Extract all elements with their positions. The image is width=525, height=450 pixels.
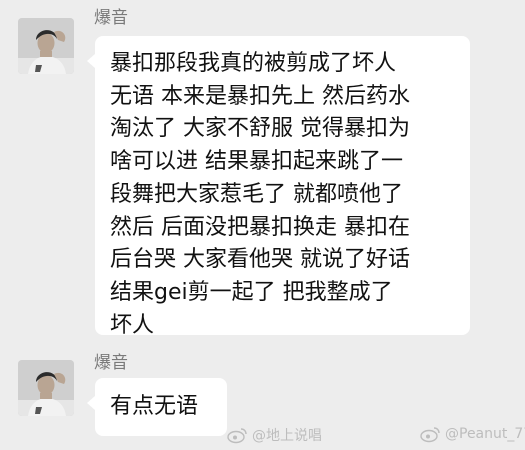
message-text: 暴扣那段我真的被剪成了坏人 无语 本来是暴扣先上 然后药水 淘汰了 大家不舒服 …: [110, 51, 410, 338]
sender-name: 爆音: [94, 8, 128, 28]
watermark-text: @Peanut_77: [445, 426, 525, 442]
watermark-text: @地上说唱: [252, 428, 322, 444]
message-bubble[interactable]: 暴扣那段我真的被剪成了坏人 无语 本来是暴扣先上 然后药水 淘汰了 大家不舒服 …: [87, 36, 470, 338]
message-bubble[interactable]: 有点无语: [87, 378, 227, 436]
watermark: @Peanut_77: [419, 425, 525, 443]
weibo-icon: [420, 427, 440, 443]
sender-avatar[interactable]: [18, 360, 74, 416]
message-text: 有点无语: [110, 394, 199, 419]
watermark: @地上说唱: [226, 425, 322, 445]
weibo-icon: [227, 428, 247, 444]
person-photo-avatar-icon: [18, 360, 74, 416]
person-photo-avatar-icon: [18, 18, 74, 74]
sender-avatar[interactable]: [18, 18, 74, 74]
sender-name: 爆音: [94, 353, 128, 373]
